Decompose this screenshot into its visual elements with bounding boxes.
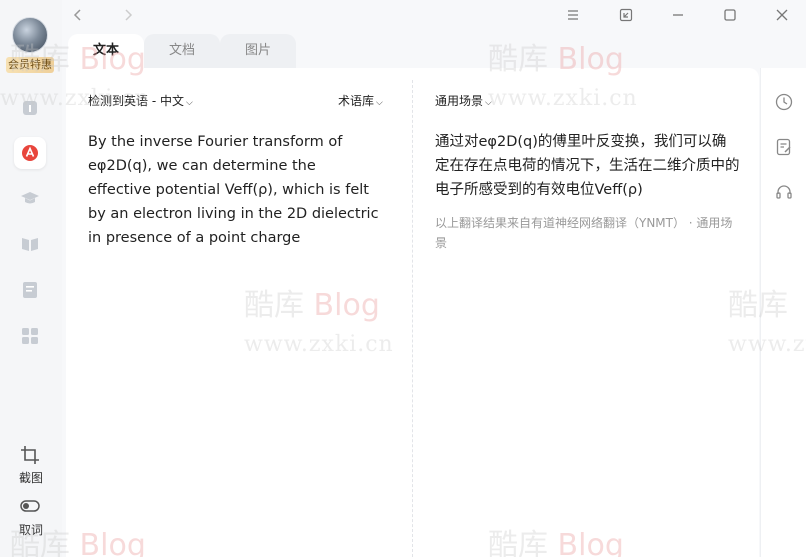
maximize-button[interactable] [718, 5, 742, 25]
vip-badge[interactable]: 会员特惠 [6, 57, 54, 73]
translation-result: 通过对eφ2D(q)的傅里叶反变换，我们可以确定在存在点电荷的情况下，生活在二维… [435, 134, 740, 198]
menu-button[interactable] [561, 5, 585, 25]
scene-select-label: 通用场景 [435, 94, 484, 108]
translate-icon[interactable] [18, 96, 42, 120]
tab-image[interactable]: 图片 [220, 34, 296, 68]
avatar[interactable] [12, 17, 48, 53]
notes-icon[interactable] [18, 278, 42, 302]
source-text-input[interactable]: By the inverse Fourier transform of eφ2D… [88, 130, 383, 250]
chevron-down-icon: ⌵ [485, 98, 492, 108]
crop-icon[interactable] [18, 443, 42, 467]
language-select[interactable]: 检测到英语 - 中文 ⌵ [88, 92, 193, 109]
forward-button[interactable] [116, 5, 140, 25]
scene-select[interactable]: 通用场景 ⌵ [435, 92, 492, 109]
headset-icon[interactable] [775, 183, 795, 203]
screenshot-label[interactable]: 截图 [0, 469, 62, 486]
close-button[interactable] [770, 5, 794, 25]
translation-source-note: 以上翻译结果来自有道神经网络翻译（YNMT） · 通用场景 [435, 216, 733, 250]
history-icon[interactable] [775, 93, 795, 113]
apps-icon[interactable] [18, 324, 42, 348]
language-select-label: 检测到英语 - 中文 [88, 94, 184, 108]
chevron-down-icon: ⌵ [185, 98, 193, 108]
mini-window-button[interactable] [614, 5, 638, 25]
minimize-button[interactable] [666, 5, 690, 25]
tab-text[interactable]: 文本 [68, 34, 144, 68]
graduation-cap-icon[interactable] [18, 186, 42, 210]
pick-word-label[interactable]: 取词 [0, 521, 62, 538]
book-icon[interactable] [18, 232, 42, 256]
edit-note-icon[interactable] [775, 138, 795, 158]
toggle-icon[interactable] [18, 494, 42, 518]
back-button[interactable] [66, 5, 90, 25]
chevron-down-icon: ⌵ [376, 98, 383, 108]
glossary-select-label: 术语库 [338, 94, 375, 108]
glossary-select[interactable]: 术语库 ⌵ [338, 92, 383, 109]
panel-divider [412, 80, 413, 557]
tab-document[interactable]: 文档 [144, 34, 220, 68]
ai-icon[interactable] [14, 137, 46, 169]
